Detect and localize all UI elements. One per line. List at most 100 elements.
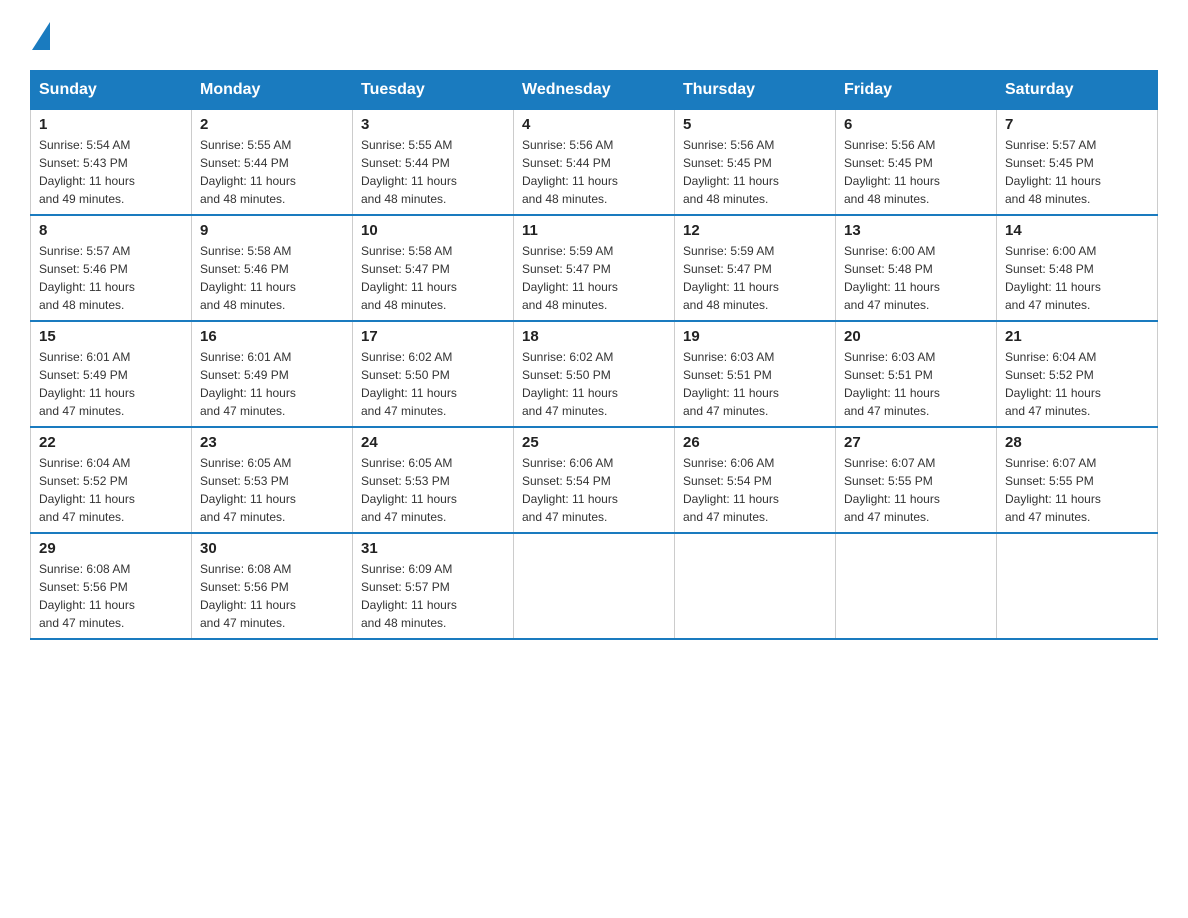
day-number: 26: [683, 434, 827, 451]
header-saturday: Saturday: [997, 71, 1158, 110]
calendar-cell: 20 Sunrise: 6:03 AMSunset: 5:51 PMDayligh…: [836, 321, 997, 427]
day-info: Sunrise: 6:02 AMSunset: 5:50 PMDaylight:…: [361, 348, 505, 420]
calendar-header-row: SundayMondayTuesdayWednesdayThursdayFrid…: [31, 71, 1158, 110]
week-row-1: 1Sunrise: 5:54 AMSunset: 5:43 PMDaylight…: [31, 110, 1158, 216]
day-number: 7: [1005, 116, 1149, 133]
day-info: Sunrise: 6:08 AMSunset: 5:56 PMDaylight:…: [39, 560, 183, 632]
calendar-cell: 1Sunrise: 5:54 AMSunset: 5:43 PMDaylight…: [31, 110, 192, 216]
day-info: Sunrise: 5:56 AMSunset: 5:45 PMDaylight:…: [844, 136, 988, 208]
day-number: 27: [844, 434, 988, 451]
header-friday: Friday: [836, 71, 997, 110]
calendar-cell: 8 Sunrise: 5:57 AMSunset: 5:46 PMDaylight…: [31, 215, 192, 321]
day-info: Sunrise: 6:01 AMSunset: 5:49 PMDaylight:…: [200, 348, 344, 420]
day-number: 30: [200, 540, 344, 557]
day-info: Sunrise: 6:07 AMSunset: 5:55 PMDaylight:…: [844, 454, 988, 526]
day-info: Sunrise: 6:03 AMSunset: 5:51 PMDaylight:…: [683, 348, 827, 420]
day-info: Sunrise: 6:03 AMSunset: 5:51 PMDaylight:…: [844, 348, 988, 420]
day-info: Sunrise: 6:06 AMSunset: 5:54 PMDaylight:…: [683, 454, 827, 526]
calendar-cell: 7 Sunrise: 5:57 AMSunset: 5:45 PMDaylight…: [997, 110, 1158, 216]
calendar-cell: 17 Sunrise: 6:02 AMSunset: 5:50 PMDayligh…: [353, 321, 514, 427]
day-info: Sunrise: 5:57 AMSunset: 5:45 PMDaylight:…: [1005, 136, 1149, 208]
day-info: Sunrise: 6:09 AMSunset: 5:57 PMDaylight:…: [361, 560, 505, 632]
day-number: 19: [683, 328, 827, 345]
day-number: 12: [683, 222, 827, 239]
calendar-cell: 23Sunrise: 6:05 AMSunset: 5:53 PMDayligh…: [192, 427, 353, 533]
logo: [30, 20, 50, 50]
calendar-cell: 29 Sunrise: 6:08 AMSunset: 5:56 PMDayligh…: [31, 533, 192, 639]
calendar-cell: 12 Sunrise: 5:59 AMSunset: 5:47 PMDayligh…: [675, 215, 836, 321]
day-number: 18: [522, 328, 666, 345]
calendar-cell: 15 Sunrise: 6:01 AMSunset: 5:49 PMDayligh…: [31, 321, 192, 427]
day-number: 6: [844, 116, 988, 133]
day-number: 14: [1005, 222, 1149, 239]
day-info: Sunrise: 5:58 AMSunset: 5:46 PMDaylight:…: [200, 242, 344, 314]
day-info: Sunrise: 5:56 AMSunset: 5:45 PMDaylight:…: [683, 136, 827, 208]
header-wednesday: Wednesday: [514, 71, 675, 110]
calendar-cell: [836, 533, 997, 639]
day-info: Sunrise: 6:00 AMSunset: 5:48 PMDaylight:…: [844, 242, 988, 314]
calendar-cell: 30 Sunrise: 6:08 AMSunset: 5:56 PMDayligh…: [192, 533, 353, 639]
calendar-cell: 9Sunrise: 5:58 AMSunset: 5:46 PMDaylight…: [192, 215, 353, 321]
calendar-cell: 28Sunrise: 6:07 AMSunset: 5:55 PMDayligh…: [997, 427, 1158, 533]
calendar-cell: 5 Sunrise: 5:56 AMSunset: 5:45 PMDaylight…: [675, 110, 836, 216]
day-number: 4: [522, 116, 666, 133]
header-sunday: Sunday: [31, 71, 192, 110]
day-info: Sunrise: 6:01 AMSunset: 5:49 PMDaylight:…: [39, 348, 183, 420]
calendar-cell: 18Sunrise: 6:02 AMSunset: 5:50 PMDayligh…: [514, 321, 675, 427]
calendar-cell: [514, 533, 675, 639]
day-number: 16: [200, 328, 344, 345]
calendar-cell: 25 Sunrise: 6:06 AMSunset: 5:54 PMDayligh…: [514, 427, 675, 533]
week-row-3: 15 Sunrise: 6:01 AMSunset: 5:49 PMDayligh…: [31, 321, 1158, 427]
calendar-cell: 13 Sunrise: 6:00 AMSunset: 5:48 PMDayligh…: [836, 215, 997, 321]
day-number: 21: [1005, 328, 1149, 345]
day-number: 3: [361, 116, 505, 133]
day-number: 15: [39, 328, 183, 345]
calendar-table: SundayMondayTuesdayWednesdayThursdayFrid…: [30, 70, 1158, 640]
calendar-cell: 10Sunrise: 5:58 AMSunset: 5:47 PMDayligh…: [353, 215, 514, 321]
calendar-cell: 21 Sunrise: 6:04 AMSunset: 5:52 PMDayligh…: [997, 321, 1158, 427]
header-thursday: Thursday: [675, 71, 836, 110]
header-tuesday: Tuesday: [353, 71, 514, 110]
calendar-cell: 31 Sunrise: 6:09 AMSunset: 5:57 PMDayligh…: [353, 533, 514, 639]
day-info: Sunrise: 5:59 AMSunset: 5:47 PMDaylight:…: [683, 242, 827, 314]
day-number: 22: [39, 434, 183, 451]
day-number: 1: [39, 116, 183, 133]
calendar-cell: 3 Sunrise: 5:55 AMSunset: 5:44 PMDaylight…: [353, 110, 514, 216]
day-info: Sunrise: 6:08 AMSunset: 5:56 PMDaylight:…: [200, 560, 344, 632]
day-info: Sunrise: 5:56 AMSunset: 5:44 PMDaylight:…: [522, 136, 666, 208]
day-number: 25: [522, 434, 666, 451]
day-number: 5: [683, 116, 827, 133]
calendar-cell: 11Sunrise: 5:59 AMSunset: 5:47 PMDayligh…: [514, 215, 675, 321]
day-number: 17: [361, 328, 505, 345]
day-number: 10: [361, 222, 505, 239]
day-info: Sunrise: 6:06 AMSunset: 5:54 PMDaylight:…: [522, 454, 666, 526]
header-monday: Monday: [192, 71, 353, 110]
calendar-cell: 27 Sunrise: 6:07 AMSunset: 5:55 PMDayligh…: [836, 427, 997, 533]
calendar-cell: 22 Sunrise: 6:04 AMSunset: 5:52 PMDayligh…: [31, 427, 192, 533]
week-row-5: 29 Sunrise: 6:08 AMSunset: 5:56 PMDayligh…: [31, 533, 1158, 639]
day-number: 20: [844, 328, 988, 345]
day-number: 24: [361, 434, 505, 451]
day-info: Sunrise: 5:57 AMSunset: 5:46 PMDaylight:…: [39, 242, 183, 314]
day-number: 8: [39, 222, 183, 239]
day-info: Sunrise: 5:55 AMSunset: 5:44 PMDaylight:…: [200, 136, 344, 208]
day-info: Sunrise: 6:04 AMSunset: 5:52 PMDaylight:…: [1005, 348, 1149, 420]
page-header: [30, 20, 1158, 50]
day-info: Sunrise: 6:00 AMSunset: 5:48 PMDaylight:…: [1005, 242, 1149, 314]
day-info: Sunrise: 5:59 AMSunset: 5:47 PMDaylight:…: [522, 242, 666, 314]
day-number: 31: [361, 540, 505, 557]
day-number: 13: [844, 222, 988, 239]
day-info: Sunrise: 6:04 AMSunset: 5:52 PMDaylight:…: [39, 454, 183, 526]
day-info: Sunrise: 5:55 AMSunset: 5:44 PMDaylight:…: [361, 136, 505, 208]
day-info: Sunrise: 6:05 AMSunset: 5:53 PMDaylight:…: [361, 454, 505, 526]
week-row-2: 8 Sunrise: 5:57 AMSunset: 5:46 PMDaylight…: [31, 215, 1158, 321]
day-info: Sunrise: 6:07 AMSunset: 5:55 PMDaylight:…: [1005, 454, 1149, 526]
calendar-cell: [997, 533, 1158, 639]
calendar-cell: 26 Sunrise: 6:06 AMSunset: 5:54 PMDayligh…: [675, 427, 836, 533]
day-number: 23: [200, 434, 344, 451]
calendar-cell: 16 Sunrise: 6:01 AMSunset: 5:49 PMDayligh…: [192, 321, 353, 427]
day-number: 29: [39, 540, 183, 557]
calendar-cell: 2Sunrise: 5:55 AMSunset: 5:44 PMDaylight…: [192, 110, 353, 216]
calendar-cell: 14 Sunrise: 6:00 AMSunset: 5:48 PMDayligh…: [997, 215, 1158, 321]
calendar-cell: [675, 533, 836, 639]
